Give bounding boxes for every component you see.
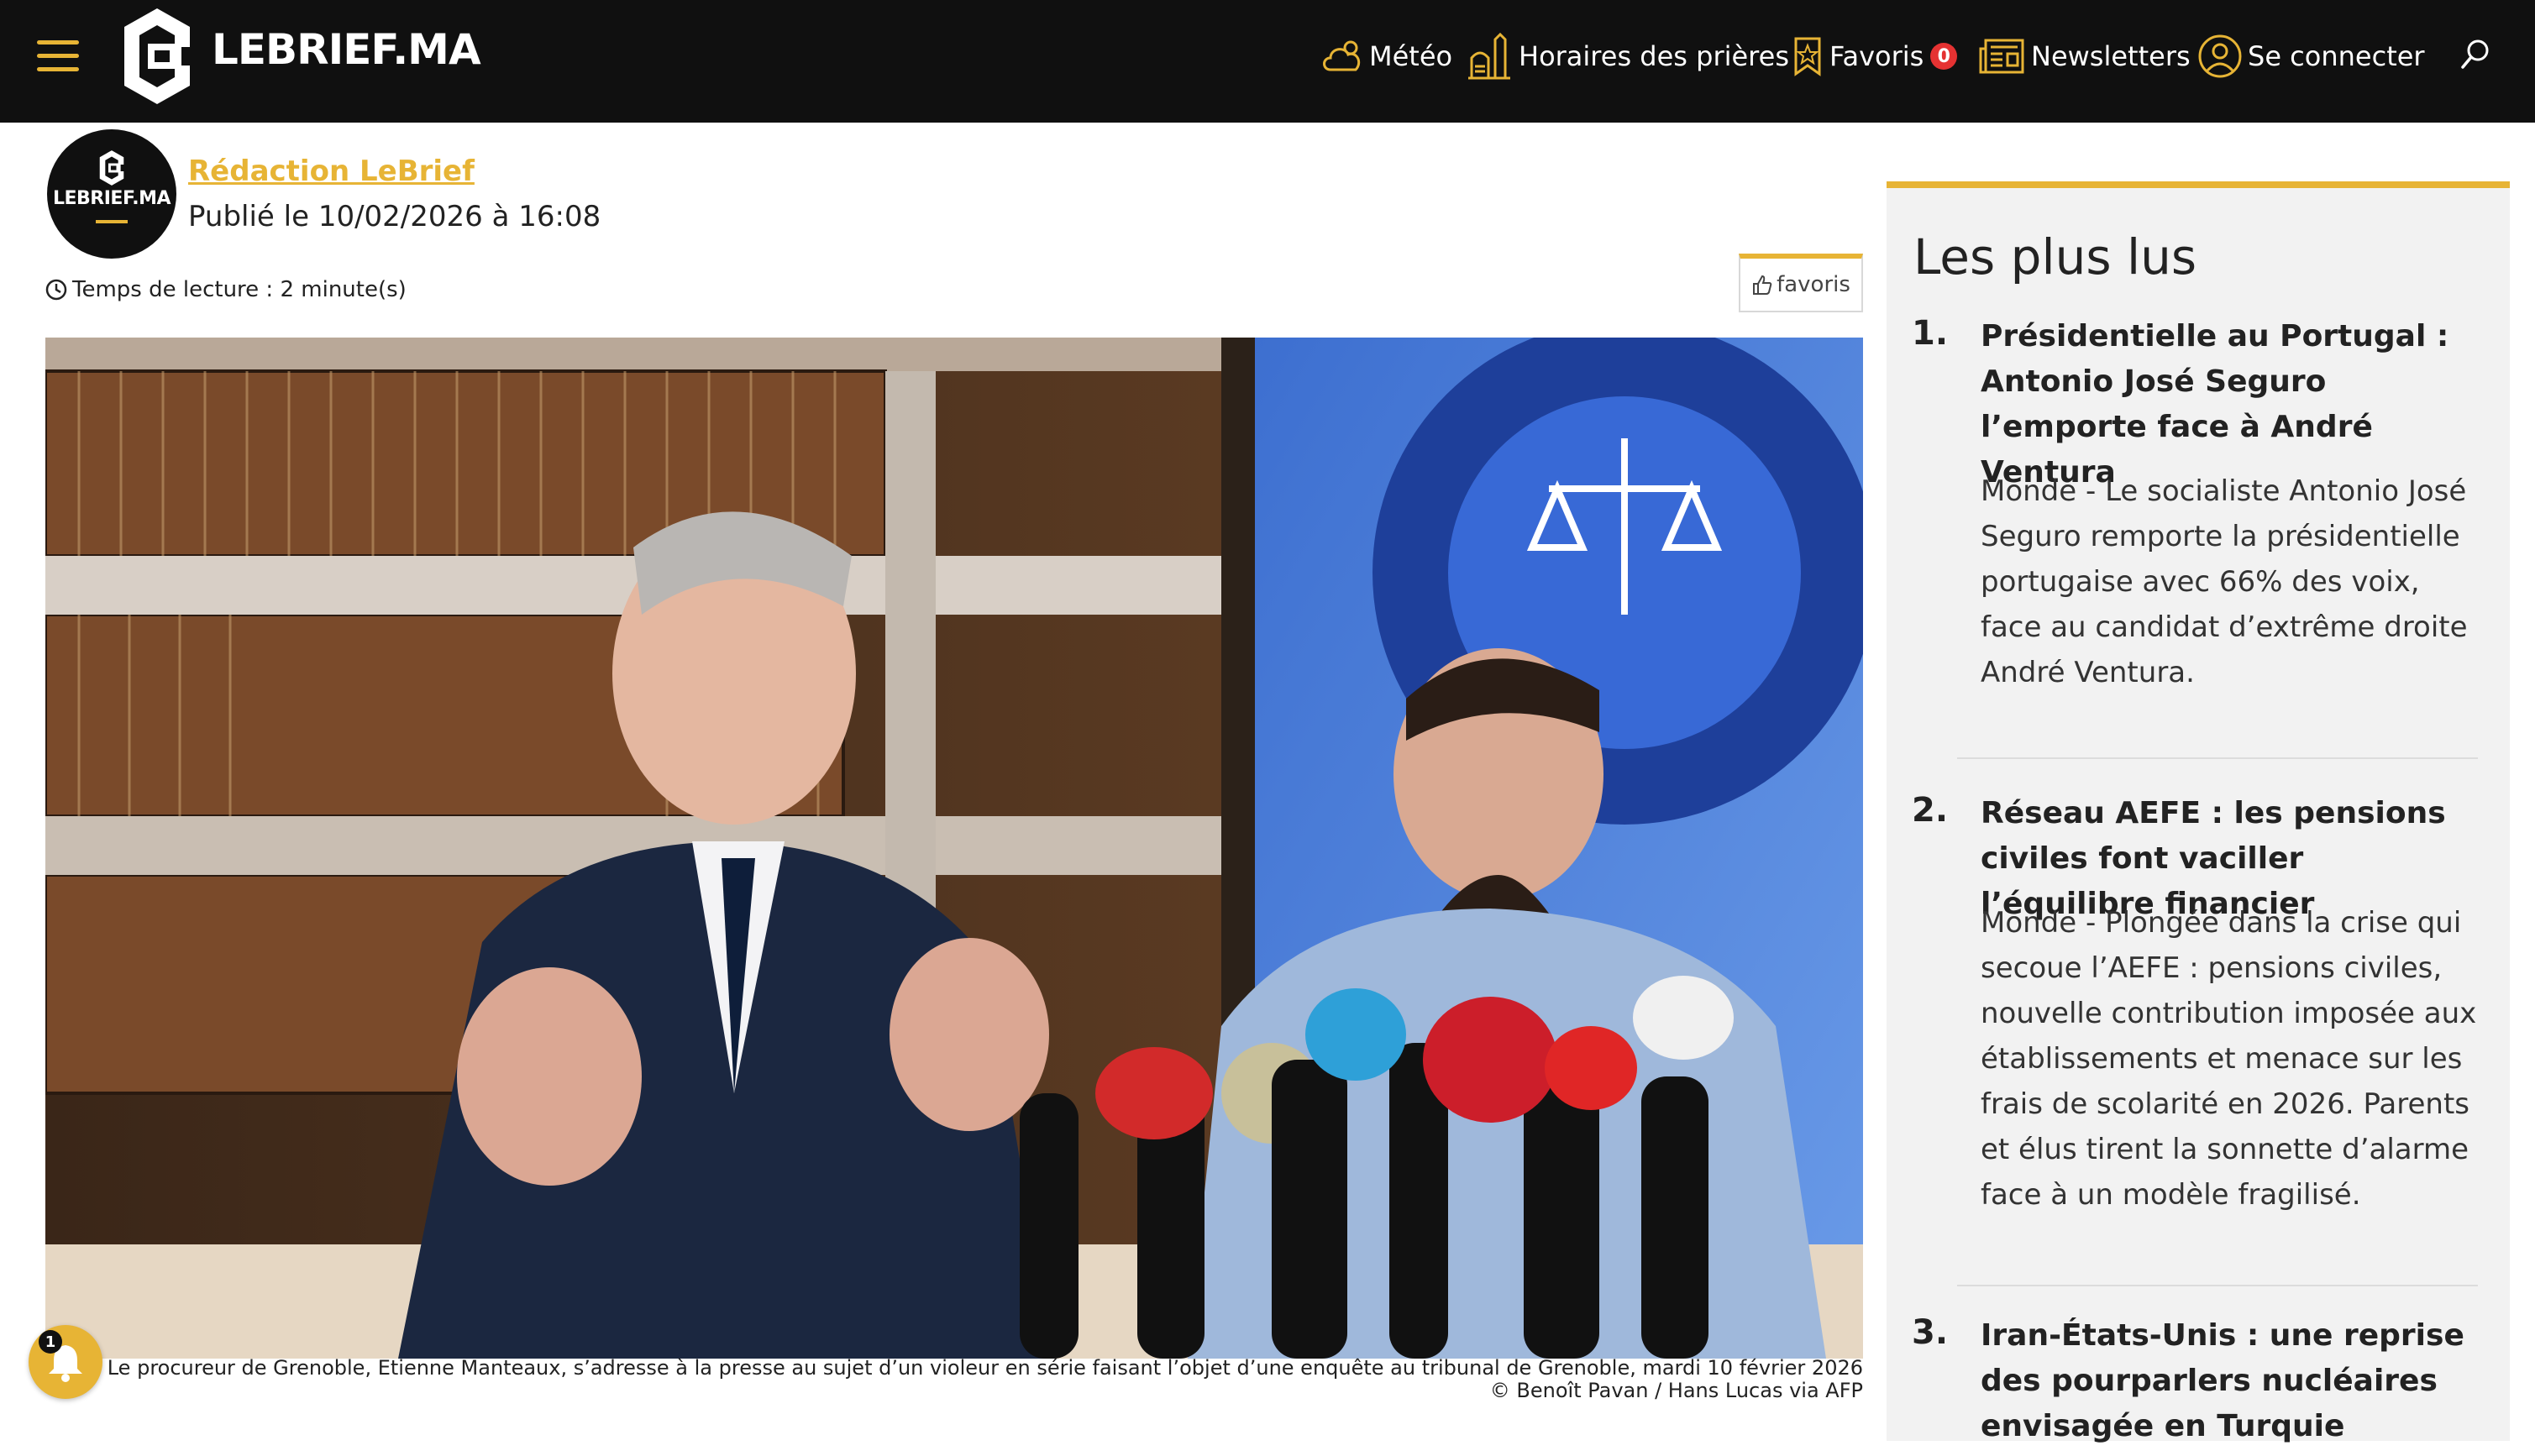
image-caption: Le procureur de Grenoble, Etienne Mantea… (107, 1356, 1863, 1402)
most-read-item[interactable]: 3. Iran-États-Unis : une reprise des pou… (1887, 1313, 2510, 1456)
lebrief-logo-icon (99, 150, 124, 186)
reading-time-label: Temps de lecture : 2 minute(s) (72, 277, 407, 302)
newspaper-icon (1979, 39, 2024, 74)
nav-meteo[interactable]: Météo (1320, 30, 1452, 82)
nav-meteo-label: Météo (1369, 40, 1453, 72)
avatar-accent-line (96, 220, 128, 223)
most-read-item-title[interactable]: Iran-États-Unis : une reprise des pourpa… (1981, 1313, 2485, 1449)
notification-count-badge: 1 (39, 1330, 62, 1354)
most-read-rank: 1. (1912, 314, 1949, 353)
article-hero-image (45, 338, 1863, 1359)
thumbs-up-icon (1753, 275, 1772, 295)
most-read-item-desc: Monde - Plongée dans la crise qui secoue… (1981, 906, 2477, 1212)
search-icon[interactable] (2459, 37, 2493, 71)
most-read-item[interactable]: 1. Présidentielle au Portugal : Antonio … (1887, 314, 2510, 793)
reading-time: Temps de lecture : 2 minute(s) (45, 277, 407, 302)
avatar-logo-text: LEBRIEF.MA (52, 188, 171, 209)
add-favorite-button[interactable]: favoris (1739, 254, 1863, 312)
top-navigation-bar: LEBRIEF.MA Météo Horaires des prières Fa… (0, 0, 2535, 123)
nav-newsletters[interactable]: Newsletters (1979, 30, 2191, 82)
nav-login-label: Se connecter (2248, 40, 2425, 72)
press-conference-photo (45, 338, 1863, 1359)
author-link[interactable]: Rédaction LeBrief (188, 155, 475, 188)
weather-cloud-icon (1323, 40, 1361, 71)
mosque-icon (1468, 33, 1510, 80)
nav-favorites-label: Favoris (1829, 40, 1924, 72)
nav-newsletters-label: Newsletters (2031, 40, 2191, 72)
most-read-title: Les plus lus (1913, 228, 2197, 285)
most-read-rank: 2. (1912, 791, 1949, 830)
divider (1957, 1285, 2478, 1286)
menu-icon[interactable] (37, 40, 79, 74)
favorites-count-badge: 0 (1930, 43, 1958, 70)
publish-date: Publié le 10/02/2026 à 16:08 (188, 200, 601, 233)
clock-icon (45, 279, 67, 301)
nav-login[interactable]: Se connecter (2197, 30, 2425, 82)
bookmark-star-icon (1794, 37, 1821, 76)
divider (1957, 757, 2478, 759)
nav-prayer-times[interactable]: Horaires des prières (1465, 30, 1789, 82)
lebrief-logo-icon[interactable] (123, 7, 192, 106)
most-read-rank: 3. (1912, 1313, 1949, 1352)
site-logo-text[interactable]: LEBRIEF.MA (212, 25, 481, 74)
most-read-item[interactable]: 2. Réseau AEFE : les pensions civiles fo… (1887, 791, 2510, 1312)
most-read-sidebar: Les plus lus 1. Présidentielle au Portug… (1887, 181, 2510, 1443)
author-avatar[interactable]: LEBRIEF.MA (47, 129, 176, 259)
most-read-item-desc: Monde - Le socialiste Antonio José Segur… (1981, 474, 2468, 689)
user-icon (2198, 34, 2242, 78)
nav-prayer-label: Horaires des prières (1519, 40, 1789, 72)
nav-favorites[interactable]: Favoris 0 (1791, 30, 1958, 82)
favorite-button-label: favoris (1777, 272, 1850, 297)
